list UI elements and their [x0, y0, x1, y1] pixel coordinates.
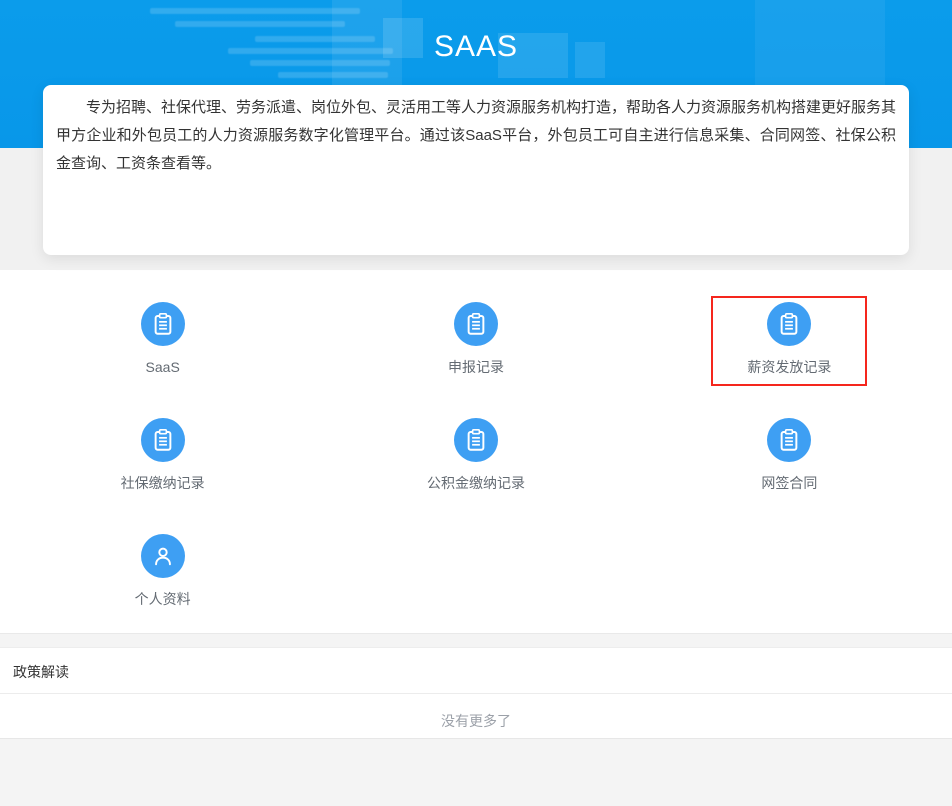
app-item-salary-records[interactable]: 薪资发放记录	[711, 296, 867, 386]
intro-card: 专为招聘、社保代理、劳务派遣、岗位外包、灵活用工等人力资源服务机构打造，帮助各人…	[43, 85, 909, 255]
app-item-social-security-records[interactable]: 社保缴纳记录	[85, 412, 241, 502]
clipboard-icon	[776, 427, 802, 453]
app-item-label: 公积金缴纳记录	[427, 475, 525, 492]
user-icon	[150, 543, 176, 569]
app-item-label: 薪资发放记录	[747, 359, 831, 376]
app-icon-circle	[767, 302, 811, 346]
no-more-text: 没有更多了	[0, 694, 952, 731]
clipboard-icon	[150, 311, 176, 337]
app-icon-circle	[454, 418, 498, 462]
clipboard-icon	[150, 427, 176, 453]
app-panel: SaaS 申报记录	[0, 270, 952, 633]
clipboard-icon	[776, 311, 802, 337]
clipboard-icon	[463, 427, 489, 453]
app-item-provident-fund-records[interactable]: 公积金缴纳记录	[398, 412, 554, 502]
app-item-label: 网签合同	[761, 475, 817, 492]
app-icon-circle	[454, 302, 498, 346]
clipboard-icon	[463, 311, 489, 337]
app-icon-circle	[141, 418, 185, 462]
policy-section: 政策解读 没有更多了	[0, 648, 952, 738]
app-item-label: SaaS	[146, 359, 180, 376]
intro-text: 专为招聘、社保代理、劳务派遣、岗位外包、灵活用工等人力资源服务机构打造，帮助各人…	[56, 94, 896, 178]
app-icon-circle	[141, 302, 185, 346]
section-divider-strip	[0, 633, 952, 648]
app-item-label: 申报记录	[448, 359, 504, 376]
app-item-contract-sign[interactable]: 网签合同	[711, 412, 867, 502]
app-icon-circle	[767, 418, 811, 462]
page: SAAS 专为招聘、社保代理、劳务派遣、岗位外包、灵活用工等人力资源服务机构打造…	[0, 0, 952, 806]
app-item-personal-profile[interactable]: 个人资料	[85, 528, 241, 618]
page-title: SAAS	[0, 0, 952, 64]
hero-watermark-line	[278, 72, 388, 78]
policy-section-title: 政策解读	[0, 648, 952, 680]
app-icon-circle	[141, 534, 185, 578]
app-item-label: 个人资料	[135, 591, 191, 608]
footer-background	[0, 738, 952, 806]
app-item-declare-records[interactable]: 申报记录	[398, 296, 554, 386]
app-item-label: 社保缴纳记录	[121, 475, 205, 492]
app-grid: SaaS 申报记录	[0, 270, 952, 618]
app-item-saas[interactable]: SaaS	[85, 296, 241, 386]
